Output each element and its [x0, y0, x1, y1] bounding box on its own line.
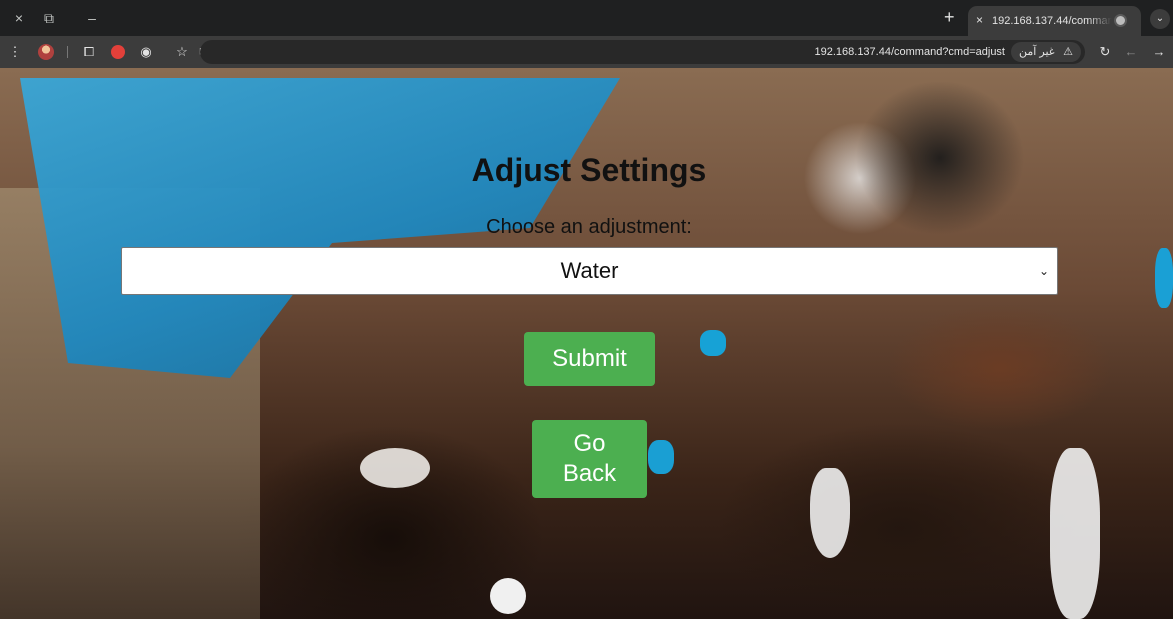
tab-bar: × ⧉ – + × 192.168.137.44/command?cmd=adj…: [0, 0, 1173, 36]
tab-close-icon[interactable]: ×: [976, 13, 983, 27]
chevron-down-icon: ⌄: [1038, 264, 1049, 278]
window-close-icon[interactable]: ×: [10, 9, 28, 27]
security-label: غير آمن: [1019, 46, 1055, 58]
go-back-label-line1: Go: [573, 430, 606, 457]
reload-icon[interactable]: ↻: [1096, 43, 1114, 61]
address-bar[interactable]: 192.168.137.44/command?cmd=adjust غير آم…: [200, 40, 1085, 64]
security-chip[interactable]: غير آمن ⚠: [1011, 42, 1081, 62]
adjust-form: Adjust Settings Choose an adjustment: Wa…: [0, 68, 1173, 619]
url-text[interactable]: 192.168.137.44/command?cmd=adjust: [815, 45, 1006, 59]
new-tab-button[interactable]: +: [944, 8, 955, 26]
toolbar-divider: [67, 46, 68, 58]
submit-button[interactable]: Submit: [524, 332, 655, 386]
adjustment-select-value: Water: [560, 258, 619, 283]
warning-triangle-icon: ⚠: [1063, 46, 1073, 58]
go-back-label-line2: Back: [562, 460, 617, 487]
profile-avatar[interactable]: [38, 44, 54, 60]
extensions-puzzle-icon[interactable]: ⧠: [80, 43, 98, 61]
forward-arrow-icon[interactable]: →: [1150, 43, 1168, 61]
window-minimize-icon[interactable]: –: [83, 9, 101, 27]
globe-icon: [1114, 14, 1127, 27]
adjustment-select[interactable]: Water ⌄: [121, 247, 1058, 295]
tab-title: 192.168.137.44/command?cmd=adjust: [992, 15, 1112, 27]
extension-red-icon[interactable]: [111, 45, 125, 59]
page-viewport: Adjust Settings Choose an adjustment: Wa…: [0, 68, 1173, 619]
page-title: Adjust Settings: [471, 152, 707, 188]
browser-toolbar: ⋮ ⧠ ◉ ☆ ⧉ 192.168.137.44/command?cmd=adj…: [0, 36, 1173, 68]
menu-icon[interactable]: ⋮: [6, 43, 24, 61]
adjustment-label: Choose an adjustment:: [486, 216, 692, 238]
tab-search-button[interactable]: ⌄: [1150, 9, 1170, 29]
back-arrow-icon[interactable]: ←: [1122, 43, 1140, 61]
go-back-button[interactable]: Go Back: [532, 420, 647, 498]
active-tab[interactable]: × 192.168.137.44/command?cmd=adjust: [968, 6, 1141, 36]
extension-gauge-icon[interactable]: ◉: [137, 43, 155, 61]
bookmark-star-icon[interactable]: ☆: [173, 43, 191, 61]
window-restore-icon[interactable]: ⧉: [40, 9, 58, 27]
